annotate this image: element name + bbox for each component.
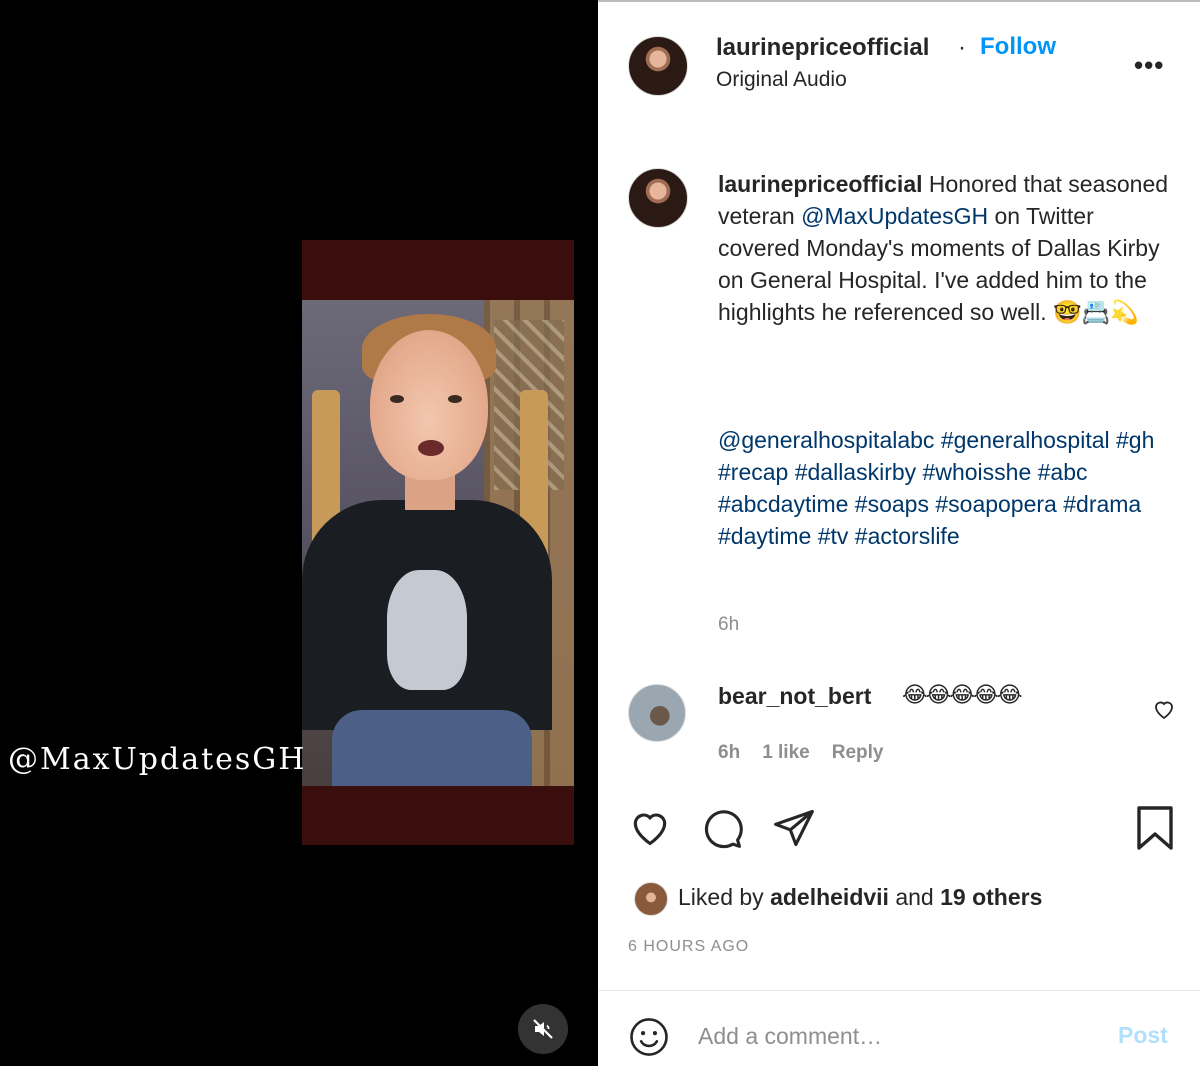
- composer-divider: [598, 990, 1200, 991]
- follow-button[interactable]: Follow: [980, 33, 1056, 61]
- heart-icon[interactable]: [628, 806, 672, 848]
- bookmark-icon[interactable]: [1134, 804, 1176, 852]
- likes-summary[interactable]: Liked by adelheidvii and 19 others: [678, 884, 1042, 911]
- share-icon[interactable]: [772, 806, 816, 850]
- caption-emoji: 🤓📇💫: [1052, 299, 1139, 325]
- more-options-icon[interactable]: •••: [1134, 50, 1164, 81]
- likes-prefix: Liked by: [678, 884, 771, 910]
- emoji-picker-icon[interactable]: [628, 1016, 670, 1058]
- comment-reply-button[interactable]: Reply: [832, 742, 884, 763]
- comment-username[interactable]: bear_not_bert: [718, 683, 871, 710]
- comment-meta: 6h 1 like Reply: [718, 742, 905, 764]
- caption-time: 6h: [718, 614, 740, 635]
- liker-avatar[interactable]: [634, 882, 668, 916]
- caption-username[interactable]: laurinepriceofficial: [718, 171, 923, 197]
- post-button[interactable]: Post: [1118, 1022, 1168, 1049]
- speaker-muted-icon: [533, 1019, 553, 1039]
- commenter-avatar[interactable]: [628, 684, 686, 742]
- caption-mention[interactable]: @MaxUpdatesGH: [801, 203, 988, 229]
- post-timestamp[interactable]: 6 HOURS AGO: [628, 938, 749, 956]
- likes-user[interactable]: adelheidvii: [770, 884, 889, 910]
- video-frame[interactable]: [302, 240, 574, 845]
- video-scene: [302, 300, 574, 786]
- header-separator: ·: [958, 34, 966, 61]
- likes-others[interactable]: 19 others: [940, 884, 1042, 910]
- audio-label[interactable]: Original Audio: [716, 68, 847, 92]
- comment-time: 6h: [718, 742, 741, 763]
- video-watermark: @MaxUpdatesGH: [8, 742, 307, 777]
- post-panel: laurinepriceofficial · Follow Original A…: [598, 0, 1200, 1066]
- author-username[interactable]: laurinepriceofficial: [716, 34, 929, 62]
- comment-input[interactable]: [698, 1018, 1098, 1054]
- comment-likes[interactable]: 1 like: [762, 742, 810, 763]
- mute-button[interactable]: [518, 1004, 568, 1054]
- comment-like-heart-icon[interactable]: [1152, 698, 1176, 720]
- post-media[interactable]: @MaxUpdatesGH: [0, 0, 598, 1066]
- caption-hashtags[interactable]: @generalhospitalabc #generalhospital #gh…: [718, 424, 1188, 552]
- comment-icon[interactable]: [700, 806, 744, 850]
- author-avatar[interactable]: [628, 36, 688, 96]
- comment-text: 😂😂😂😂😂: [902, 682, 1023, 707]
- post-caption: laurinepriceofficial Honored that season…: [718, 168, 1178, 328]
- caption-avatar[interactable]: [628, 168, 688, 228]
- top-border: [598, 0, 1200, 2]
- likes-middle: and: [888, 884, 941, 910]
